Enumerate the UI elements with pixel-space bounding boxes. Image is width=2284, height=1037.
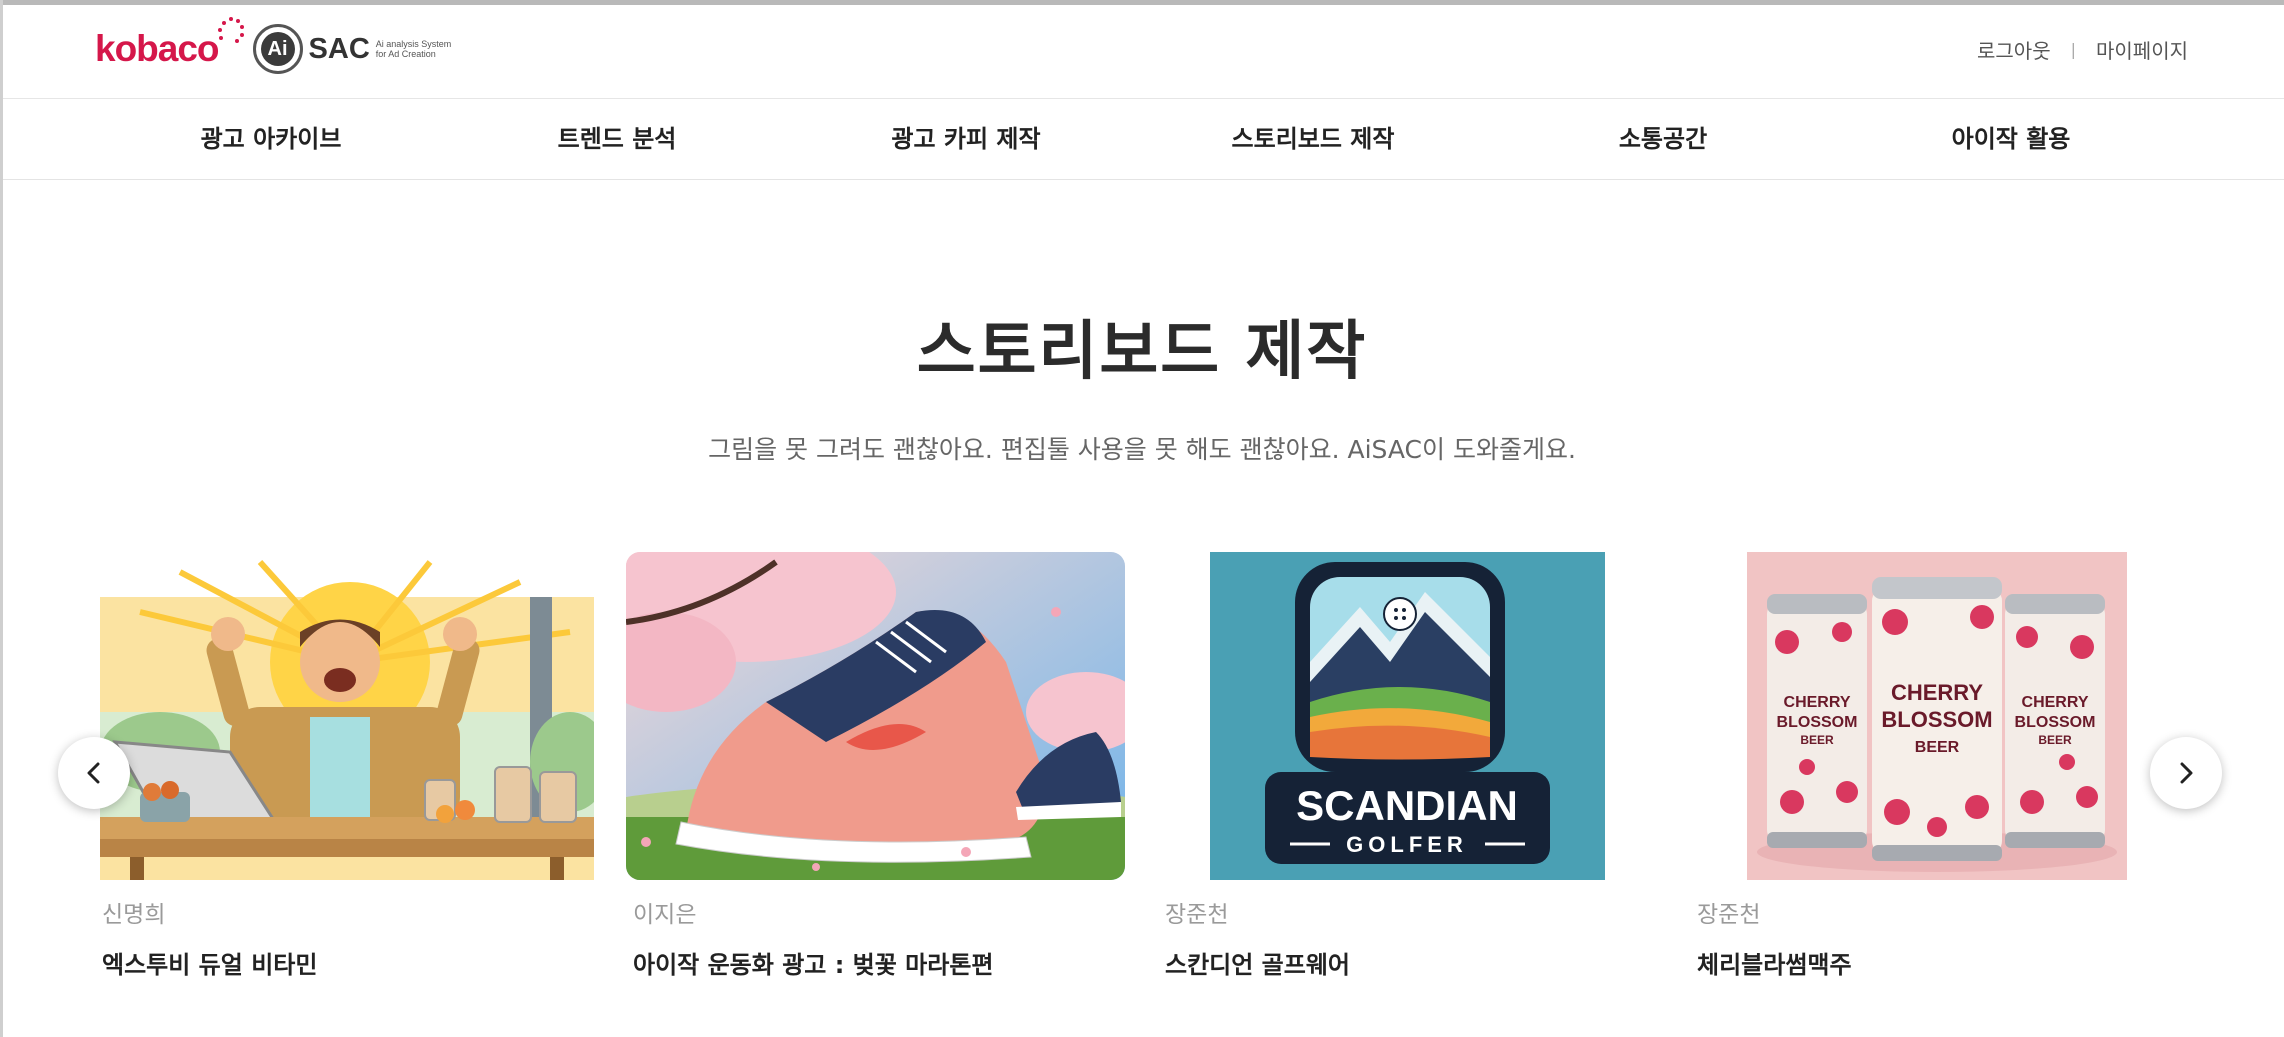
- beer-can-text-blossom: BLOSSOM: [1881, 707, 1992, 732]
- cherry-blossom-beer-illustration: CHERRY BLOSSOM BEER CHERRY BLOSSOM BEER …: [1747, 552, 2127, 880]
- kobaco-logo: kobaco: [95, 17, 244, 70]
- nav-item-ad-archive[interactable]: 광고 아카이브: [201, 99, 342, 179]
- card-author: 신명희: [102, 902, 166, 928]
- card-author: 장준천: [1165, 902, 1229, 928]
- vitamin-ad-illustration: [100, 552, 594, 880]
- nav-item-ad-copy[interactable]: 광고 카피 제작: [891, 99, 1040, 179]
- page-subtitle: 그림을 못 그려도 괜찮아요. 편집툴 사용을 못 해도 괜찮아요. AiSAC…: [708, 435, 1576, 464]
- storyboard-card-image-4[interactable]: CHERRY BLOSSOM BEER CHERRY BLOSSOM BEER …: [1747, 552, 2127, 880]
- left-can-text-cherry: CHERRY: [1784, 694, 1851, 711]
- chevron-left-icon: [87, 762, 100, 784]
- nav-item-community[interactable]: 소통공간: [1619, 99, 1707, 179]
- right-can-text-cherry: CHERRY: [2022, 694, 2089, 711]
- utility-links: 로그아웃 | 마이페이지: [1977, 35, 2188, 64]
- ai-badge-text: Ai: [260, 32, 295, 66]
- card-title[interactable]: 체리블라썸맥주: [1697, 945, 1852, 980]
- card-title[interactable]: 엑스투비 듀얼 비타민: [102, 945, 317, 980]
- storyboard-card-image-2[interactable]: [626, 552, 1125, 880]
- nav-item-aisac-usage[interactable]: 아이작 활용: [1952, 99, 2071, 179]
- right-can-text-beer: BEER: [2038, 733, 2072, 747]
- product-sub-line2: for Ad Creation: [375, 49, 436, 59]
- storyboard-card-image-1[interactable]: [100, 552, 594, 880]
- logout-link[interactable]: 로그아웃: [1977, 35, 2051, 64]
- chevron-right-icon: [2180, 762, 2193, 784]
- logo[interactable]: kobaco Ai SAC Ai analysis System for Ad …: [95, 17, 452, 79]
- carousel-next-button[interactable]: [2150, 737, 2222, 809]
- product-sub-line1: Ai analysis System: [375, 39, 452, 49]
- left-can-text-blossom: BLOSSOM: [1777, 714, 1858, 731]
- main-nav: 광고 아카이브 트렌드 분석 광고 카피 제작 스토리보드 제작 소통공간 아이…: [3, 99, 2284, 180]
- site-header: kobaco Ai SAC Ai analysis System for Ad …: [3, 5, 2284, 99]
- product-name: SAC: [308, 32, 370, 65]
- card-author: 장준천: [1697, 902, 1761, 928]
- page-title: 스토리보드 제작: [916, 315, 1368, 389]
- golfer-logo-text: GOLFER: [1346, 832, 1468, 857]
- carousel-prev-button[interactable]: [58, 737, 130, 809]
- card-title[interactable]: 스칸디언 골프웨어: [1165, 945, 1350, 980]
- nav-item-storyboard[interactable]: 스토리보드 제작: [1232, 99, 1395, 179]
- nav-item-trend-analysis[interactable]: 트렌드 분석: [558, 99, 677, 179]
- beer-can-text-cherry: CHERRY: [1891, 680, 1983, 705]
- brand-text: kobaco: [95, 28, 220, 69]
- product-subtitle: Ai analysis System for Ad Creation: [376, 39, 452, 59]
- left-can-text-beer: BEER: [1800, 733, 1834, 747]
- card-title[interactable]: 아이작 운동화 광고 : 벚꽃 마라톤편: [633, 945, 994, 980]
- cherry-blossom-sneaker-illustration: [626, 552, 1125, 880]
- scandian-golfer-logo-illustration: SCANDIAN GOLFER: [1210, 552, 1605, 880]
- ai-badge-icon: Ai: [252, 24, 303, 74]
- card-author: 이지은: [633, 902, 697, 928]
- scandian-logo-text: SCANDIAN: [1296, 782, 1518, 829]
- mypage-link[interactable]: 마이페이지: [2096, 35, 2188, 64]
- utility-separator: |: [2070, 40, 2076, 59]
- storyboard-card-image-3[interactable]: SCANDIAN GOLFER: [1210, 552, 1605, 880]
- right-can-text-blossom: BLOSSOM: [2015, 714, 2096, 731]
- logo-dots-icon: [217, 17, 244, 43]
- beer-can-text-beer: BEER: [1915, 739, 1960, 756]
